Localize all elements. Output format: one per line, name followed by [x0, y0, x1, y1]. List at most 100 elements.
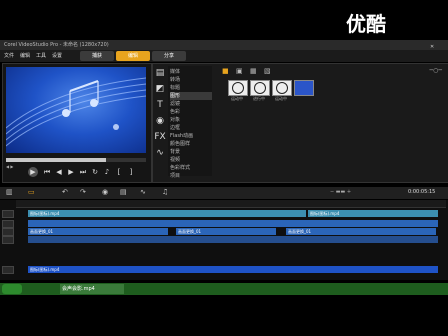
import-icon[interactable]: ▣ — [236, 67, 243, 75]
music-track: 图标(图标).mp4 — [16, 266, 446, 274]
music-notes-graphic — [6, 77, 146, 147]
folder-icon[interactable]: ■ — [222, 67, 229, 75]
end-icon[interactable]: ⏭ — [78, 167, 88, 177]
category-list: 媒体 转场 标题 图形 滤镜 色彩 对象 边框 Flash动画 颜色图样 背景 视频 色彩样式 项目 — [168, 66, 212, 179]
timeline-timecode: 0:00:05:15 — [408, 189, 436, 195]
home-icon[interactable]: ⏮ — [42, 167, 52, 177]
overlay-track-header-2[interactable] — [2, 228, 14, 236]
window-controls[interactable]: ✕ — [426, 42, 444, 50]
timeline-clip[interactable]: 画面更换_01 — [286, 228, 436, 235]
library-side-icons: ▤ ◩ T ◉ FX ∿ — [153, 66, 167, 176]
record-icon[interactable]: ◉ — [102, 188, 108, 196]
timeline-ruler[interactable] — [16, 200, 446, 208]
taskbar-item[interactable]: 会声会影.mp4 — [60, 284, 124, 294]
category-item[interactable]: Flash动画 — [170, 132, 212, 140]
zoom-control[interactable]: − ▬▬ + — [330, 189, 351, 195]
overlay-clip[interactable] — [28, 220, 438, 227]
media-icon[interactable]: ▤ — [153, 66, 167, 80]
overlay-track-3 — [16, 236, 446, 244]
category-item[interactable]: 标题 — [170, 84, 212, 92]
play-icon[interactable]: ▶ — [28, 167, 38, 177]
category-item[interactable]: 背景 — [170, 148, 212, 156]
video-track: 图标(图标).mp4 图标(图标).mp4 — [16, 210, 446, 218]
overlay-track-header-3[interactable] — [2, 236, 14, 244]
disc-icon — [254, 82, 266, 94]
thumb-label-3: 运动中 — [275, 96, 287, 101]
audio-wave-icon[interactable]: ∿ — [140, 188, 146, 196]
mixer-icon[interactable]: ▤ — [120, 188, 127, 196]
mark-out-icon[interactable]: ] — [126, 167, 136, 177]
timeline-clip[interactable]: 图标(图标).mp4 — [28, 210, 306, 217]
library-thumb-4[interactable] — [294, 80, 314, 96]
category-item[interactable]: 项目 — [170, 172, 212, 180]
category-item[interactable]: 转场 — [170, 76, 212, 84]
timeline-clip[interactable]: 画面更换_01 — [28, 228, 168, 235]
scrubber-progress — [6, 158, 106, 162]
path-icon[interactable]: ∿ — [153, 146, 167, 160]
category-item[interactable]: 对象 — [170, 116, 212, 124]
graphic-icon[interactable]: ◉ — [153, 114, 167, 128]
next-frame-icon[interactable]: ▶ — [66, 167, 76, 177]
preview-video — [6, 67, 146, 153]
letterbox-bottom — [0, 296, 448, 336]
menu-tools[interactable]: 工具 — [36, 52, 46, 59]
overlay-track-2: 画面更换_01 画面更换_01 画面更换_01 — [16, 228, 446, 236]
auto-music-icon[interactable]: ♫ — [162, 188, 168, 196]
redo-icon[interactable]: ↷ — [80, 188, 86, 196]
library-toolbar: ■ ▣ ▦ ▧ ─○─ — [218, 66, 446, 76]
category-item[interactable]: 媒体 — [170, 68, 212, 76]
category-item[interactable]: 边框 — [170, 124, 212, 132]
transition-icon[interactable]: ◩ — [153, 82, 167, 96]
music-track-header[interactable] — [2, 266, 14, 274]
category-item[interactable]: 滤镜 — [170, 100, 212, 108]
category-item[interactable]: 色彩 — [170, 108, 212, 116]
timeline-clip[interactable]: 图标(图标).mp4 — [28, 266, 438, 273]
overlay-track-1 — [16, 220, 446, 228]
title-icon[interactable]: T — [153, 98, 167, 112]
volume-icon[interactable]: ♪ — [102, 167, 112, 177]
timeline-clip[interactable]: 图标(图标).mp4 — [308, 210, 438, 217]
mode-label: ◀ ▶ — [6, 164, 14, 169]
video-watermark: 优酷 — [332, 4, 442, 36]
os-taskbar: 会声会影.mp4 — [0, 283, 448, 295]
menu-settings[interactable]: 设置 — [52, 52, 62, 59]
sort-icon[interactable]: ▧ — [264, 67, 271, 75]
category-item[interactable]: 色彩样式 — [170, 164, 212, 172]
step-capture[interactable]: 捕获 — [80, 51, 114, 61]
window-title: Corel VideoStudio Pro - 未命名 (1280x720) — [4, 42, 109, 48]
step-share[interactable]: 分享 — [152, 51, 186, 61]
library-thumb-1[interactable] — [228, 80, 248, 96]
timeline-view-icon[interactable]: ▭ — [28, 188, 35, 196]
category-item[interactable]: 颜色图样 — [170, 140, 212, 148]
title-bar: Corel VideoStudio Pro - 未命名 (1280x720) ✕ — [0, 40, 448, 50]
preview-scrubber[interactable] — [6, 158, 146, 162]
start-button[interactable] — [2, 284, 22, 294]
library-thumb-3[interactable] — [272, 80, 292, 96]
timeline-clip[interactable]: 画面更换_01 — [176, 228, 276, 235]
prev-frame-icon[interactable]: ◀ — [54, 167, 64, 177]
zoom-slider[interactable]: ─○─ — [430, 67, 442, 74]
storyboard-view-icon[interactable]: ▥ — [6, 188, 13, 196]
disc-icon — [232, 82, 244, 94]
mark-in-icon[interactable]: [ — [114, 167, 124, 177]
undo-icon[interactable]: ↶ — [62, 188, 68, 196]
library-thumb-2[interactable] — [250, 80, 270, 96]
menu-bar: 文件 编辑 工具 设置 捕获 编辑 分享 — [0, 50, 448, 62]
category-item[interactable]: 图形 — [170, 92, 212, 100]
watermark-logo-text: 优酷 — [346, 12, 386, 36]
disc-icon — [276, 82, 288, 94]
view-icon[interactable]: ▦ — [250, 67, 257, 75]
filter-icon[interactable]: FX — [153, 130, 167, 144]
timeline-toolbar: ▥ ▭ ↶ ↷ ◉ ▤ ∿ ♫ − ▬▬ + 0:00:05:15 — [0, 187, 448, 199]
playback-controls: ◀ ▶ ▶ ⏮ ◀ ▶ ⏭ ↻ ♪ [ ] — [6, 164, 146, 180]
menu-edit[interactable]: 编辑 — [20, 52, 30, 59]
menu-file[interactable]: 文件 — [4, 52, 14, 59]
overlay-clip[interactable] — [28, 236, 438, 243]
repeat-icon[interactable]: ↻ — [90, 167, 100, 177]
overlay-track-header-1[interactable] — [2, 220, 14, 228]
step-edit[interactable]: 编辑 — [116, 51, 150, 61]
category-item[interactable]: 视频 — [170, 156, 212, 164]
thumb-label-2: 进行中 — [253, 96, 265, 101]
thumb-label-1: 运动中 — [231, 96, 243, 101]
video-track-header[interactable] — [2, 210, 14, 218]
